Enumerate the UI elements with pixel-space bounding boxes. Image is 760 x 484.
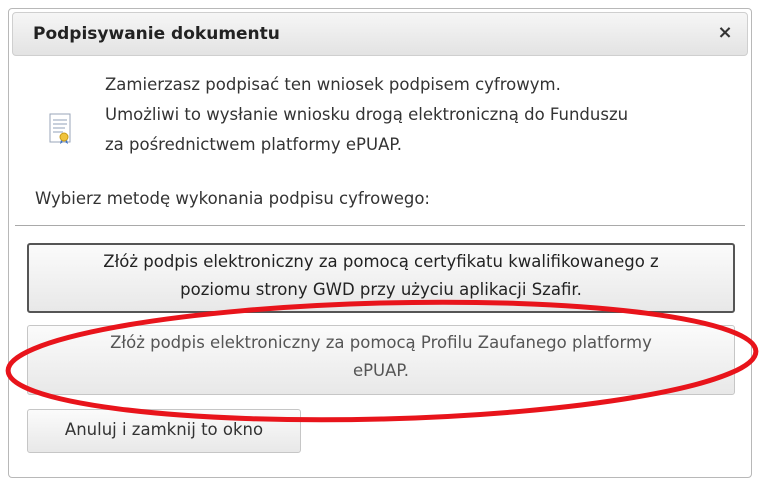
button-label-line: ePUAP. — [352, 361, 410, 380]
button-label-line: poziomu strony GWD przy użyciu aplikacji… — [180, 280, 582, 299]
sign-with-szafir-button[interactable]: Złóż podpis elektroniczny za pomocą cert… — [27, 243, 735, 313]
dialog-titlebar: Podpisywanie dokumentu × — [12, 12, 748, 56]
choose-method-label: Wybierz metodę wykonania podpisu cyfrowe… — [35, 189, 430, 208]
dialog-title: Podpisywanie dokumentu — [33, 24, 280, 44]
message-line: za pośrednictwem platformy ePUAP. — [105, 135, 402, 154]
sign-with-trusted-profile-button[interactable]: Złóż podpis elektroniczny za pomocą Prof… — [27, 325, 735, 395]
close-icon[interactable]: × — [715, 23, 735, 43]
sign-document-dialog: Podpisywanie dokumentu × Zamierzasz podp… — [8, 8, 752, 478]
message-line: Umożliwi to wysłanie wniosku drogą elekt… — [105, 105, 629, 124]
button-label-line: Złóż podpis elektroniczny za pomocą Prof… — [110, 333, 652, 352]
info-message: Zamierzasz podpisać ten wniosek podpisem… — [105, 70, 735, 160]
certificate-document-icon — [49, 113, 71, 144]
cancel-button[interactable]: Anuluj i zamknij to okno — [27, 409, 301, 453]
button-label-line: Złóż podpis elektroniczny za pomocą cert… — [103, 252, 659, 271]
message-line: Zamierzasz podpisać ten wniosek podpisem… — [105, 75, 561, 94]
divider — [15, 225, 745, 226]
